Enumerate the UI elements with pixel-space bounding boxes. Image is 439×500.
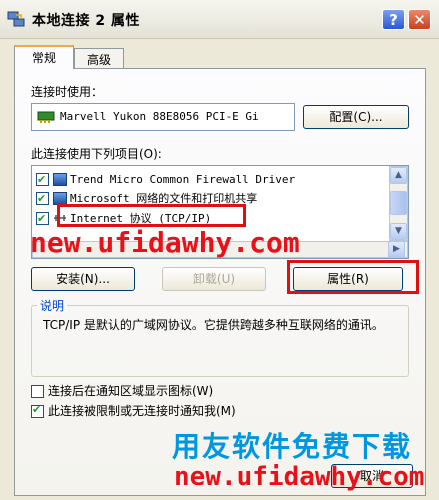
scroll-down-icon[interactable]: ▼ bbox=[390, 223, 407, 240]
adapter-icon bbox=[37, 111, 55, 123]
watermark-brand: 用友软件免费下载 bbox=[172, 430, 413, 463]
network-connection-icon bbox=[7, 11, 25, 27]
show-icon-checkbox[interactable] bbox=[31, 385, 44, 398]
notify-checkbox[interactable] bbox=[31, 403, 44, 418]
adapter-field: Marvell Yukon 88E8056 PCI-E Gi bbox=[31, 103, 295, 131]
item-checkbox[interactable] bbox=[36, 171, 49, 189]
properties-highlight bbox=[287, 260, 419, 294]
watermark-url-top: new.ufidawhy.com bbox=[30, 226, 300, 259]
scroll-up-icon[interactable]: ▲ bbox=[390, 167, 407, 184]
description-text: TCP/IP 是默认的广域网协议。它提供跨越多种互联网络的通讯。 bbox=[43, 318, 384, 332]
uninstall-button[interactable]: 卸载(U) bbox=[162, 267, 266, 291]
notify-label: 此连接被限制或无连接时通知我(M) bbox=[48, 404, 236, 418]
tab-general[interactable]: 常规 bbox=[14, 45, 74, 69]
tab-advanced[interactable]: 高级 bbox=[74, 48, 124, 70]
tcpip-highlight bbox=[57, 204, 246, 227]
close-button[interactable]: ✕ bbox=[408, 9, 431, 30]
item-label: Trend Micro Common Firewall Driver bbox=[70, 173, 296, 186]
description-title: 说明 bbox=[37, 297, 68, 314]
title-bar: 本地连接 2 属性 ? ✕ bbox=[0, 0, 439, 39]
vertical-scrollbar[interactable]: ▲ ▼ bbox=[389, 166, 408, 241]
help-button[interactable]: ? bbox=[382, 9, 405, 30]
connect-using-label: 连接时使用： bbox=[31, 85, 104, 99]
install-button[interactable]: 安装(N)... bbox=[31, 267, 135, 291]
window-title: 本地连接 2 属性 bbox=[32, 13, 140, 29]
watermark-url-bottom: new.ufidawhy.com bbox=[174, 462, 425, 492]
show-icon-label: 连接后在通知区域显示图标(W) bbox=[48, 384, 214, 398]
items-label: 此连接使用下列项目(O): bbox=[31, 147, 162, 161]
list-item[interactable]: Trend Micro Common Firewall Driver bbox=[36, 170, 296, 189]
item-checkbox[interactable] bbox=[36, 210, 49, 228]
scroll-right-icon[interactable]: ▶ bbox=[388, 241, 405, 258]
description-group bbox=[31, 305, 409, 377]
item-checkbox[interactable] bbox=[36, 190, 49, 208]
adapter-name: Marvell Yukon 88E8056 PCI-E Gi bbox=[60, 110, 259, 123]
notify-option[interactable]: 此连接被限制或无连接时通知我(M) bbox=[31, 402, 236, 419]
show-icon-option[interactable]: 连接后在通知区域显示图标(W) bbox=[31, 382, 213, 399]
scroll-thumb[interactable] bbox=[390, 191, 407, 215]
network-client-icon bbox=[53, 173, 67, 186]
configure-button[interactable]: 配置(C)... bbox=[303, 105, 409, 129]
